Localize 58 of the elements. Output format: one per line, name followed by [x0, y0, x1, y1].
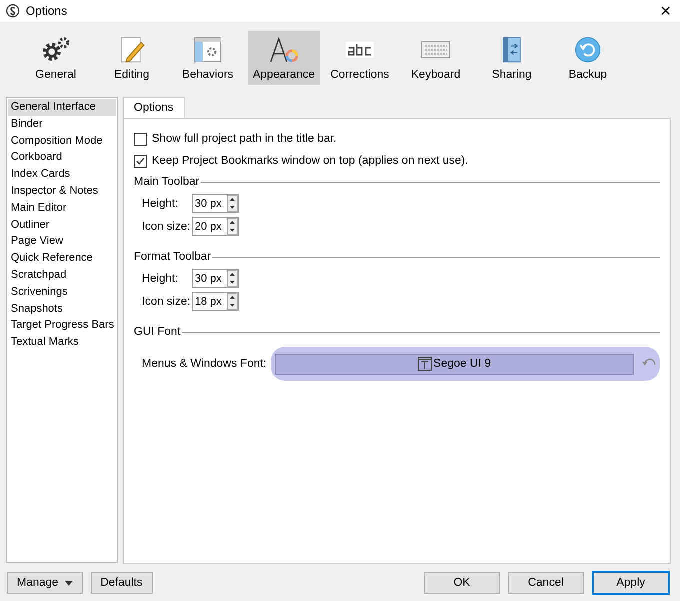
- category-item[interactable]: Target Progress Bars: [8, 317, 116, 334]
- toolbar-button[interactable]: Backup: [552, 31, 624, 85]
- category-item[interactable]: Main Editor: [8, 200, 116, 217]
- dialog-button[interactable]: OK: [424, 572, 500, 594]
- category-item[interactable]: Snapshots: [8, 300, 116, 318]
- spin-arrows-icon: [227, 270, 238, 287]
- caret-icon: [64, 580, 73, 586]
- toolbar-button[interactable]: Editing: [96, 31, 168, 85]
- text-icon: [418, 357, 432, 371]
- category-item[interactable]: Inspector & Notes: [8, 182, 116, 200]
- category-item[interactable]: Textual Marks: [8, 334, 116, 351]
- checkbox[interactable]: [134, 154, 147, 168]
- gears-icon: [40, 36, 72, 64]
- footer-button[interactable]: Defaults: [90, 572, 153, 594]
- footer-button[interactable]: Manage: [7, 572, 83, 594]
- checkbox-label: Show full project path in the title bar.: [152, 133, 337, 145]
- spin-box[interactable]: 18 px: [192, 292, 239, 311]
- category-item[interactable]: Binder: [8, 116, 116, 133]
- spin-box[interactable]: 30 px: [192, 194, 239, 213]
- toolbar-button[interactable]: General: [20, 31, 92, 85]
- spin-arrows-icon: [227, 293, 238, 310]
- window-gear-icon: [193, 36, 223, 64]
- checkbox[interactable]: [134, 132, 147, 146]
- toolbar-button[interactable]: Keyboard: [400, 31, 472, 85]
- field-label: Icon size:: [142, 220, 192, 232]
- group-title: Format Toolbar: [134, 251, 212, 263]
- toolbar-button[interactable]: Behaviors: [172, 31, 244, 85]
- dialog-button[interactable]: Apply: [592, 571, 670, 595]
- category-item[interactable]: Composition Mode: [8, 132, 116, 150]
- tab[interactable]: Options: [123, 97, 185, 118]
- category-item[interactable]: Outliner: [8, 216, 116, 234]
- spin-box[interactable]: 20 px: [192, 217, 239, 236]
- field-label: Menus & Windows Font:: [142, 358, 267, 370]
- field-label: Height:: [142, 272, 180, 284]
- letter-color-ring-icon: [268, 36, 300, 64]
- app-icon: [6, 4, 20, 18]
- group-title: Main Toolbar: [134, 176, 200, 188]
- spin-box[interactable]: 30 px: [192, 269, 239, 288]
- category-item[interactable]: Index Cards: [8, 166, 116, 183]
- field-label: Height:: [142, 198, 180, 210]
- dialog-button[interactable]: Cancel: [508, 572, 584, 594]
- toolbar-button[interactable]: Corrections: [324, 31, 396, 85]
- close-button[interactable]: ✕: [660, 3, 672, 19]
- spin-arrows-icon: [227, 195, 238, 212]
- field-label: Icon size:: [142, 296, 192, 308]
- category-item[interactable]: Corkboard: [8, 149, 116, 166]
- category-item[interactable]: Page View: [8, 233, 116, 250]
- font-button[interactable]: Segoe UI 9: [274, 354, 634, 374]
- category-item[interactable]: General Interface: [8, 99, 116, 116]
- category-item[interactable]: Scrivenings: [8, 284, 116, 301]
- group-title: GUI Font: [134, 326, 181, 338]
- window-title: Options: [26, 4, 68, 18]
- toolbar-button[interactable]: Appearance: [248, 31, 320, 85]
- spin-arrows-icon: [227, 218, 238, 235]
- checkbox-label: Keep Project Bookmarks window on top (applies on next use).: [152, 155, 468, 167]
- category-item[interactable]: Quick Reference: [8, 250, 116, 267]
- category-item[interactable]: Scratchpad: [8, 266, 116, 284]
- toolbar-button[interactable]: Sharing: [476, 31, 548, 85]
